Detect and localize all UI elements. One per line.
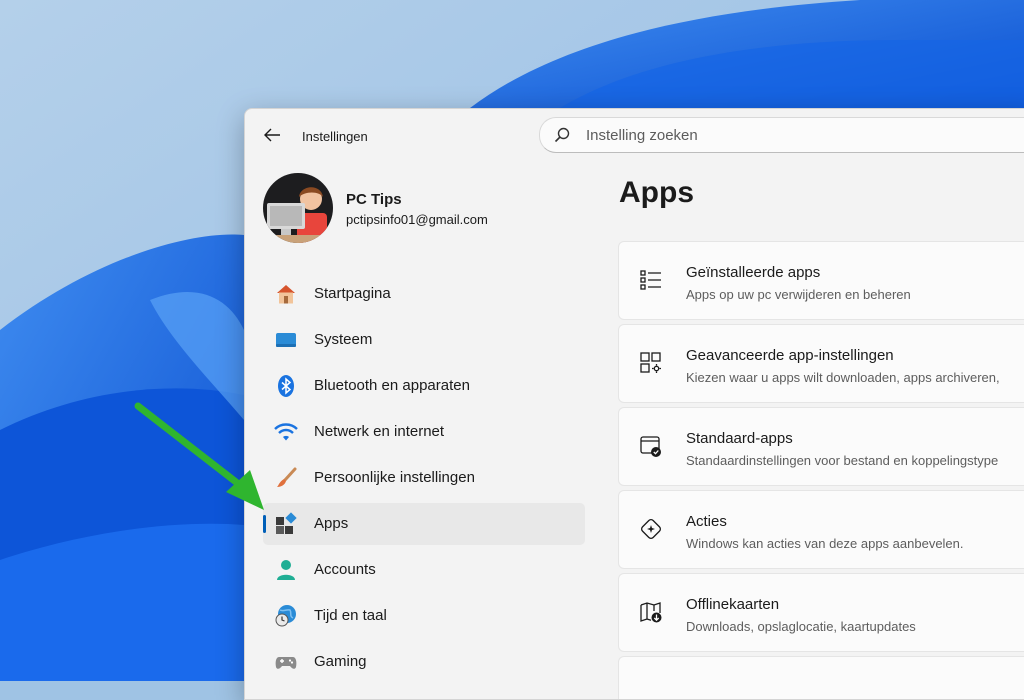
sidebar-item-label: Tijd en taal [314,607,387,624]
card-title: Standaard-apps [686,430,793,447]
card-title: Geïnstalleerde apps [686,264,821,281]
actions-icon [640,518,662,540]
profile-name: PC Tips [346,191,402,208]
card-subtitle: Downloads, opslaglocatie, kaartupdates [686,619,916,634]
card-title: Acties [686,513,727,530]
sidebar-item-label: Systeem [314,331,373,348]
home-icon [277,285,295,304]
card-installed-apps[interactable]: Geïnstalleerde apps Apps op uw pc verwij… [618,241,1024,320]
sidebar-item-tijd-en-taal[interactable]: Tijd en taal [263,595,585,637]
default-apps-icon [640,436,661,457]
sidebar-item-apps[interactable]: Apps [263,503,585,545]
window-title: Instellingen [302,129,368,144]
clock-globe-icon [275,605,296,627]
sidebar-item-persoonlijk[interactable]: Persoonlijke instellingen [263,457,585,499]
gamepad-icon [275,657,297,669]
settings-window: Instellingen Instelling zoeken PC Tips p… [244,108,1024,700]
bluetooth-icon [278,375,294,397]
account-icon [277,560,295,580]
back-arrow-icon[interactable] [261,124,283,146]
card-subtitle: Standaardinstellingen voor bestand en ko… [686,453,999,468]
sidebar-item-accounts[interactable]: Accounts [263,549,585,591]
sidebar-item-bluetooth[interactable]: Bluetooth en apparaten [263,365,585,407]
card-default-apps[interactable]: Standaard-apps Standaardinstellingen voo… [618,407,1024,486]
card-next-partial[interactable] [618,656,1024,699]
sidebar-item-label: Gaming [314,653,367,670]
list-icon [640,270,661,290]
card-title: Offlinekaarten [686,596,780,613]
sidebar-item-label: Bluetooth en apparaten [314,377,470,394]
sidebar-item-label: Netwerk en internet [314,423,445,440]
page-title: Apps [619,176,694,209]
sidebar-item-label: Accounts [314,561,376,578]
card-subtitle: Kiezen waar u apps wilt downloaden, apps… [686,370,1000,385]
card-subtitle: Apps op uw pc verwijderen en beheren [686,287,911,302]
selection-indicator [263,515,266,533]
search-placeholder: Instelling zoeken [586,127,698,144]
apps-icon [276,512,297,534]
offline-map-icon [640,602,662,623]
brush-icon [277,467,297,487]
sidebar-item-systeem[interactable]: Systeem [263,319,585,361]
monitor-icon [276,333,296,347]
search-input[interactable]: Instelling zoeken [539,117,1024,153]
card-advanced-app-settings[interactable]: Geavanceerde app-instellingen Kiezen waa… [618,324,1024,403]
app-settings-icon [640,352,661,373]
avatar[interactable] [263,173,333,243]
card-title: Geavanceerde app-instellingen [686,347,894,364]
sidebar-item-label: Persoonlijke instellingen [314,469,475,486]
card-subtitle: Windows kan acties van deze apps aanbeve… [686,536,964,551]
sidebar-item-startpagina[interactable]: Startpagina [263,273,585,315]
sidebar-item-label: Apps [314,515,349,532]
profile-email: pctipsinfo01@gmail.com [346,212,488,227]
card-offline-maps[interactable]: Offlinekaarten Downloads, opslaglocatie,… [618,573,1024,652]
sidebar-item-gaming[interactable]: Gaming [263,641,585,683]
card-actions[interactable]: Acties Windows kan acties van deze apps … [618,490,1024,569]
sidebar-item-netwerk[interactable]: Netwerk en internet [263,411,585,453]
wifi-icon [274,423,298,441]
sidebar-item-label: Startpagina [314,285,391,302]
search-icon [554,127,570,143]
